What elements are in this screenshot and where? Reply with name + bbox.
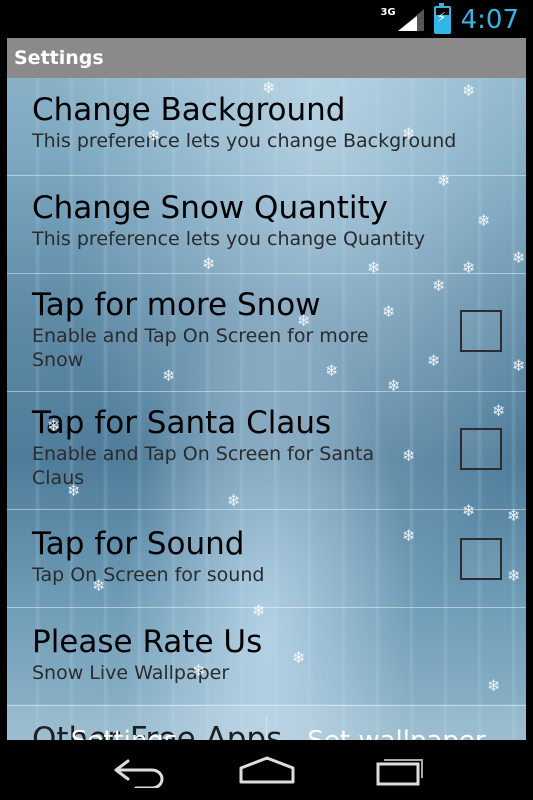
pref-title: Change Background — [32, 92, 346, 128]
santa-claus-checkbox[interactable] — [460, 428, 502, 470]
pref-title: Tap for more Snow — [32, 287, 321, 323]
pref-tap-sound[interactable]: Tap for Sound Tap On Screen for sound — [7, 510, 526, 608]
preference-list: Change Background This preference lets y… — [7, 78, 526, 740]
clock: 4:07 — [460, 5, 519, 35]
pref-change-background[interactable]: Change Background This preference lets y… — [7, 78, 526, 176]
settings-window: Settings Change Background This preferen… — [7, 38, 526, 740]
more-snow-checkbox[interactable] — [460, 310, 502, 352]
pref-summary: Enable and Tap On Screen for more Snow — [32, 325, 369, 371]
set-wallpaper-button[interactable]: Set wallpaper — [267, 704, 526, 740]
back-icon[interactable] — [106, 752, 170, 790]
page-title: Settings — [7, 38, 526, 78]
navigation-bar — [0, 740, 533, 800]
sound-checkbox[interactable] — [460, 538, 502, 580]
pref-title: Change Snow Quantity — [32, 190, 389, 226]
pref-summary: Tap On Screen for sound — [32, 564, 265, 586]
home-icon[interactable] — [235, 752, 299, 788]
pref-tap-santa-claus[interactable]: Tap for Santa Claus Enable and Tap On Sc… — [7, 392, 526, 510]
settings-button[interactable]: Settings... — [7, 704, 266, 740]
pref-title: Please Rate Us — [32, 624, 263, 660]
pref-summary: Enable and Tap On Screen for Santa Claus — [32, 443, 375, 489]
status-icons: 3G ⚡ 4:07 — [380, 3, 519, 35]
signal-icon — [397, 9, 424, 31]
pref-summary: This preference lets you change Quantity — [32, 228, 426, 250]
network-type: 3G — [380, 6, 396, 18]
wallpaper-action-bar: Settings... Set wallpaper — [7, 704, 526, 740]
pref-please-rate-us[interactable]: Please Rate Us Snow Live Wallpaper — [7, 608, 526, 706]
pref-change-snow-quantity[interactable]: Change Snow Quantity This preference let… — [7, 176, 526, 274]
pref-title: Tap for Sound — [32, 526, 245, 562]
status-bar: 3G ⚡ 4:07 — [0, 0, 533, 38]
recents-icon[interactable] — [366, 752, 430, 788]
pref-title: Tap for Santa Claus — [32, 405, 332, 441]
battery-icon: ⚡ — [433, 3, 451, 34]
pref-summary: This preference lets you change Backgrou… — [32, 130, 457, 152]
pref-summary: Snow Live Wallpaper — [32, 662, 230, 684]
pref-tap-more-snow[interactable]: Tap for more Snow Enable and Tap On Scre… — [7, 274, 526, 392]
